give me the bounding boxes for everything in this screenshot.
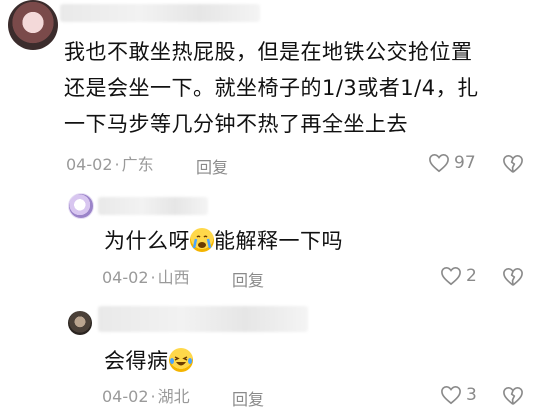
separator: · — [114, 155, 120, 174]
comment-date: 04-02 — [102, 268, 149, 287]
comment-date: 04-02 — [66, 155, 113, 174]
comment-meta: 04-02 · 广东 — [66, 155, 154, 175]
like-button[interactable]: 3 — [440, 385, 477, 405]
username-blurred[interactable] — [60, 4, 260, 22]
reply-text: 为什么呀 能解释一下吗 — [104, 223, 524, 259]
reply-button[interactable]: 回复 — [232, 386, 264, 410]
comment-meta: 04-02 · 湖北 — [102, 387, 190, 407]
crying-face-icon — [190, 228, 214, 252]
dislike-button[interactable] — [502, 267, 524, 287]
broken-heart-icon — [503, 268, 523, 286]
comment-location: 湖北 — [157, 387, 190, 406]
heart-icon — [440, 385, 462, 405]
comment-location: 广东 — [121, 155, 154, 174]
comment-location: 山西 — [157, 268, 190, 287]
broken-heart-icon — [503, 387, 523, 405]
reply-text-part: 为什么呀 — [104, 229, 190, 253]
heart-icon — [440, 266, 462, 286]
like-count: 2 — [466, 266, 477, 286]
like-count: 97 — [454, 153, 476, 173]
reply-text-part: 能解释一下吗 — [214, 229, 343, 253]
dislike-button[interactable] — [502, 154, 524, 174]
like-count: 3 — [466, 385, 477, 405]
avatar[interactable] — [8, 0, 58, 50]
avatar[interactable] — [68, 193, 94, 219]
reply-text: 会得病 — [104, 343, 524, 379]
reply-text-part: 会得病 — [104, 349, 169, 373]
dislike-button[interactable] — [502, 386, 524, 406]
laughing-tears-face-icon — [168, 348, 193, 372]
separator: · — [150, 387, 156, 406]
like-button[interactable]: 97 — [428, 153, 476, 173]
reply-button[interactable]: 回复 — [196, 154, 228, 178]
comment-meta: 04-02 · 山西 — [102, 268, 190, 288]
comment-date: 04-02 — [102, 387, 149, 406]
heart-icon — [428, 153, 450, 173]
avatar[interactable] — [68, 311, 92, 335]
like-button[interactable]: 2 — [440, 266, 477, 286]
username-blurred[interactable] — [98, 306, 308, 332]
comment-text: 我也不敢坐热屁股，但是在地铁公交抢位置 还是会坐一下。就坐椅子的1/3或者1/4… — [64, 34, 524, 142]
username-blurred[interactable] — [98, 197, 208, 215]
comment-line: 还是会坐一下。就坐椅子的1/3或者1/4，扎 — [64, 76, 479, 100]
comment-line: 我也不敢坐热屁股，但是在地铁公交抢位置 — [64, 40, 473, 64]
broken-heart-icon — [503, 155, 523, 173]
separator: · — [150, 268, 156, 287]
reply-button[interactable]: 回复 — [232, 267, 264, 291]
comment-line: 一下马步等几分钟不热了再全坐上去 — [64, 112, 408, 136]
